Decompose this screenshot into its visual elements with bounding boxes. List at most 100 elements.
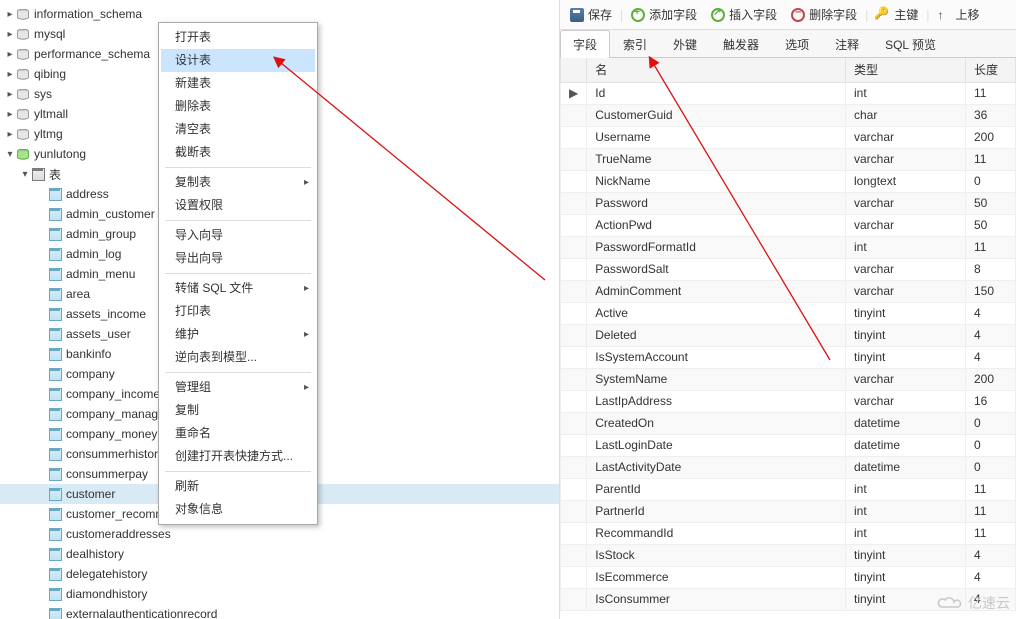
- menu-item[interactable]: 新建表: [161, 72, 315, 95]
- field-name-cell[interactable]: LastLoginDate: [587, 434, 846, 456]
- field-type-cell[interactable]: longtext: [846, 170, 966, 192]
- expand-arrow-icon[interactable]: ▸: [4, 69, 16, 80]
- tree-table[interactable]: dealhistory: [0, 544, 559, 564]
- field-type-cell[interactable]: int: [846, 82, 966, 104]
- field-row[interactable]: TrueNamevarchar11: [561, 148, 1016, 170]
- expand-arrow-icon[interactable]: ▸: [4, 29, 16, 40]
- field-length-cell[interactable]: 0: [966, 456, 1016, 478]
- save-button[interactable]: 保存: [564, 3, 618, 27]
- tab[interactable]: 外键: [660, 30, 710, 58]
- field-name-cell[interactable]: AdminComment: [587, 280, 846, 302]
- col-length[interactable]: 长度: [966, 58, 1016, 82]
- field-row[interactable]: IsStocktinyint4: [561, 544, 1016, 566]
- menu-item[interactable]: 打开表: [161, 26, 315, 49]
- menu-item[interactable]: 对象信息: [161, 498, 315, 521]
- field-row[interactable]: Activetinyint4: [561, 302, 1016, 324]
- field-type-cell[interactable]: varchar: [846, 258, 966, 280]
- field-type-cell[interactable]: int: [846, 478, 966, 500]
- field-row[interactable]: NickNamelongtext0: [561, 170, 1016, 192]
- field-type-cell[interactable]: datetime: [846, 434, 966, 456]
- field-row[interactable]: IsEcommercetinyint4: [561, 566, 1016, 588]
- menu-item[interactable]: 复制: [161, 399, 315, 422]
- field-name-cell[interactable]: Id: [587, 82, 846, 104]
- field-type-cell[interactable]: int: [846, 522, 966, 544]
- field-row[interactable]: LastActivityDatedatetime0: [561, 456, 1016, 478]
- field-length-cell[interactable]: 8: [966, 258, 1016, 280]
- field-row[interactable]: PasswordSaltvarchar8: [561, 258, 1016, 280]
- expand-arrow-icon[interactable]: ▸: [4, 9, 16, 20]
- field-name-cell[interactable]: TrueName: [587, 148, 846, 170]
- field-length-cell[interactable]: 0: [966, 412, 1016, 434]
- menu-item[interactable]: 维护: [161, 323, 315, 346]
- menu-item[interactable]: 管理组: [161, 376, 315, 399]
- table-context-menu[interactable]: 打开表设计表新建表删除表清空表截断表复制表设置权限导入向导导出向导转储 SQL …: [158, 22, 318, 525]
- field-name-cell[interactable]: PasswordSalt: [587, 258, 846, 280]
- field-type-cell[interactable]: datetime: [846, 412, 966, 434]
- field-name-cell[interactable]: PartnerId: [587, 500, 846, 522]
- field-type-cell[interactable]: tinyint: [846, 566, 966, 588]
- col-type[interactable]: 类型: [846, 58, 966, 82]
- field-name-cell[interactable]: PasswordFormatId: [587, 236, 846, 258]
- field-length-cell[interactable]: 4: [966, 346, 1016, 368]
- expand-arrow-icon[interactable]: ▾: [19, 169, 31, 180]
- col-name[interactable]: 名: [587, 58, 846, 82]
- tree-db[interactable]: ▸information_schema: [0, 4, 559, 24]
- field-row[interactable]: AdminCommentvarchar150: [561, 280, 1016, 302]
- menu-item[interactable]: 设置权限: [161, 194, 315, 217]
- menu-item[interactable]: 重命名: [161, 422, 315, 445]
- field-row[interactable]: LastIpAddressvarchar16: [561, 390, 1016, 412]
- field-type-cell[interactable]: int: [846, 236, 966, 258]
- tree-table[interactable]: externalauthenticationrecord: [0, 604, 559, 619]
- field-length-cell[interactable]: 36: [966, 104, 1016, 126]
- field-length-cell[interactable]: 200: [966, 126, 1016, 148]
- field-row[interactable]: Usernamevarchar200: [561, 126, 1016, 148]
- field-type-cell[interactable]: int: [846, 500, 966, 522]
- field-type-cell[interactable]: varchar: [846, 192, 966, 214]
- menu-item[interactable]: 复制表: [161, 171, 315, 194]
- field-type-cell[interactable]: varchar: [846, 390, 966, 412]
- expand-arrow-icon[interactable]: ▸: [4, 129, 16, 140]
- expand-arrow-icon[interactable]: ▸: [4, 89, 16, 100]
- tree-table[interactable]: delegatehistory: [0, 564, 559, 584]
- field-name-cell[interactable]: CreatedOn: [587, 412, 846, 434]
- tree-table[interactable]: diamondhistory: [0, 584, 559, 604]
- field-row[interactable]: ParentIdint11: [561, 478, 1016, 500]
- insert-field-button[interactable]: 插入字段: [705, 3, 783, 27]
- expand-arrow-icon[interactable]: ▾: [4, 149, 16, 160]
- field-name-cell[interactable]: IsSystemAccount: [587, 346, 846, 368]
- field-length-cell[interactable]: 200: [966, 368, 1016, 390]
- field-length-cell[interactable]: 11: [966, 148, 1016, 170]
- move-up-button[interactable]: 上移: [931, 3, 985, 27]
- field-length-cell[interactable]: 16: [966, 390, 1016, 412]
- field-type-cell[interactable]: varchar: [846, 214, 966, 236]
- field-row[interactable]: CustomerGuidchar36: [561, 104, 1016, 126]
- field-length-cell[interactable]: 4: [966, 302, 1016, 324]
- field-length-cell[interactable]: 11: [966, 236, 1016, 258]
- field-length-cell[interactable]: 0: [966, 434, 1016, 456]
- field-row[interactable]: Deletedtinyint4: [561, 324, 1016, 346]
- field-name-cell[interactable]: NickName: [587, 170, 846, 192]
- field-length-cell[interactable]: 4: [966, 566, 1016, 588]
- menu-item[interactable]: 删除表: [161, 95, 315, 118]
- field-length-cell[interactable]: 0: [966, 170, 1016, 192]
- field-grid[interactable]: 名 类型 长度 ▶Idint11CustomerGuidchar36Userna…: [560, 58, 1016, 619]
- field-type-cell[interactable]: varchar: [846, 148, 966, 170]
- menu-item[interactable]: 转储 SQL 文件: [161, 277, 315, 300]
- tab[interactable]: 选项: [772, 30, 822, 58]
- field-length-cell[interactable]: 50: [966, 192, 1016, 214]
- field-name-cell[interactable]: Password: [587, 192, 846, 214]
- field-type-cell[interactable]: tinyint: [846, 544, 966, 566]
- field-name-cell[interactable]: Active: [587, 302, 846, 324]
- field-row[interactable]: CreatedOndatetime0: [561, 412, 1016, 434]
- field-type-cell[interactable]: tinyint: [846, 324, 966, 346]
- field-row[interactable]: ActionPwdvarchar50: [561, 214, 1016, 236]
- field-row[interactable]: Passwordvarchar50: [561, 192, 1016, 214]
- tab[interactable]: 触发器: [710, 30, 772, 58]
- field-name-cell[interactable]: RecommandId: [587, 522, 846, 544]
- menu-item[interactable]: 创建打开表快捷方式...: [161, 445, 315, 468]
- field-type-cell[interactable]: varchar: [846, 368, 966, 390]
- field-row[interactable]: RecommandIdint11: [561, 522, 1016, 544]
- field-length-cell[interactable]: 50: [966, 214, 1016, 236]
- field-row[interactable]: LastLoginDatedatetime0: [561, 434, 1016, 456]
- field-length-cell[interactable]: 11: [966, 522, 1016, 544]
